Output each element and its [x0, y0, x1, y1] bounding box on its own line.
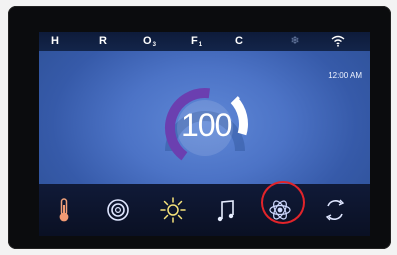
settings-button-highlight [261, 181, 305, 224]
refresh-icon[interactable] [320, 195, 350, 225]
status-f-label: F [191, 35, 198, 47]
status-f-sub: 1 [198, 42, 203, 48]
status-f1: F1 [191, 34, 202, 52]
status-r: R [99, 35, 107, 47]
wifi-icon [331, 35, 345, 47]
music-note-icon[interactable] [212, 195, 242, 225]
status-h: H [51, 35, 59, 47]
thermometer-icon[interactable] [49, 195, 79, 225]
status-o-sub: 3 [152, 42, 156, 48]
snowflake-icon: ❄ [290, 35, 300, 47]
status-bar: H R O3 F1 C ❄ [39, 32, 370, 51]
target-icon[interactable] [103, 195, 133, 225]
clock-time: 12:00 AM [328, 71, 362, 80]
status-o-label: O [143, 35, 152, 47]
status-o3: O3 [143, 34, 156, 52]
status-c: C [235, 35, 243, 47]
temperature-value: 100 [181, 107, 232, 143]
sun-icon[interactable] [158, 195, 188, 225]
bottom-bar [39, 184, 370, 236]
control-screen: H R O3 F1 C ❄ 12:00 AM 100 [39, 32, 370, 236]
